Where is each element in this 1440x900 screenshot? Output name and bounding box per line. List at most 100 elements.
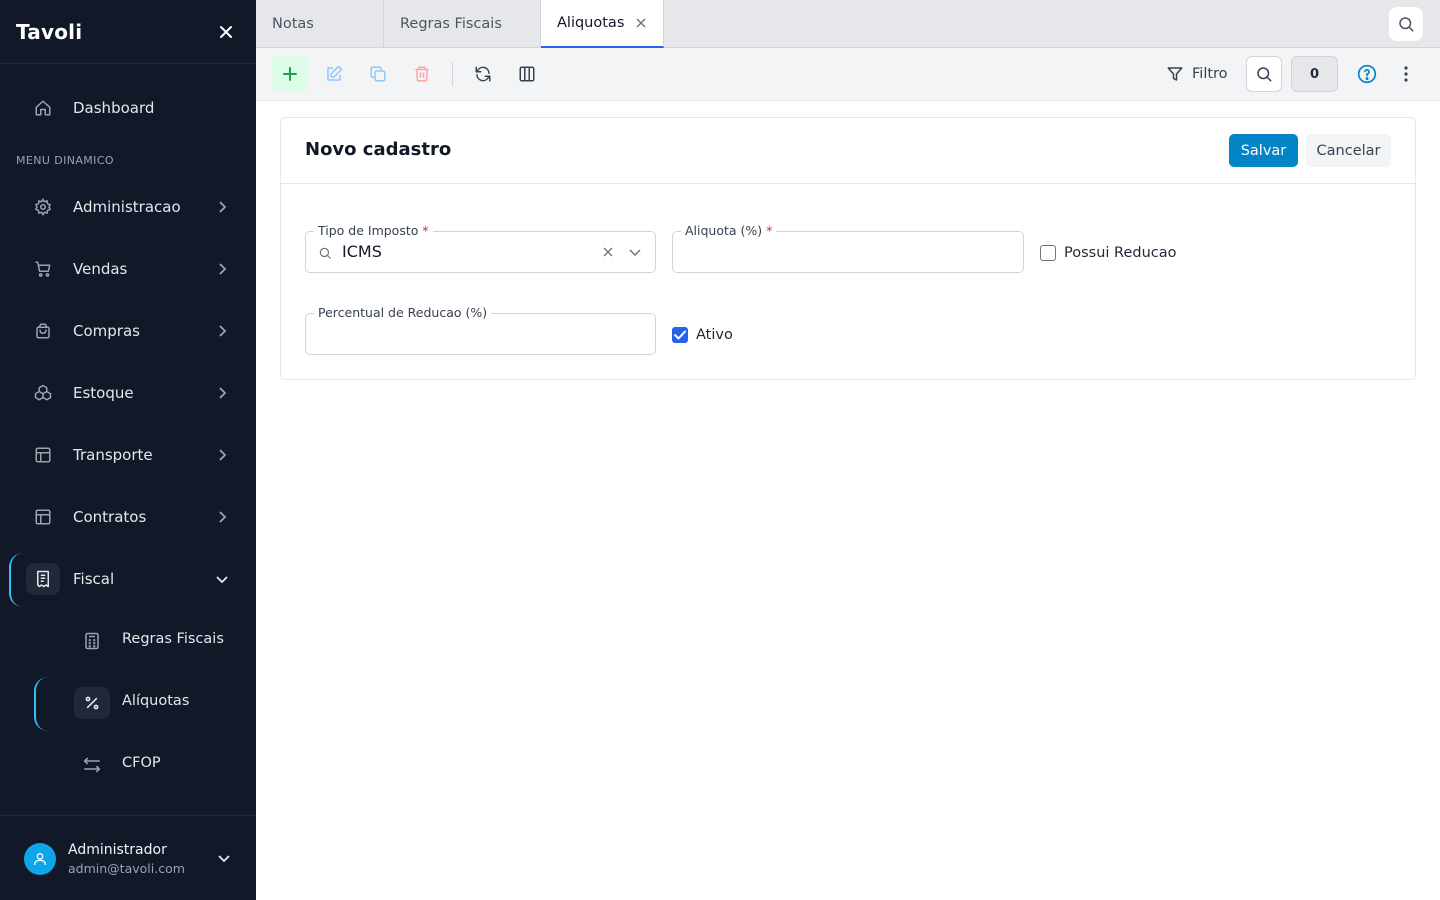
- filter-icon: [1167, 67, 1183, 81]
- toolbar-divider: [452, 62, 453, 86]
- close-sidebar-button[interactable]: [212, 18, 240, 46]
- tab-label: Aliquotas: [557, 15, 625, 31]
- swap-arrows-icon: [74, 749, 110, 781]
- sidebar-item-administracao[interactable]: Administracao: [0, 183, 256, 231]
- checkbox-box: [1040, 245, 1056, 261]
- chevron-right-icon: [214, 261, 230, 277]
- dropdown-toggle[interactable]: [629, 247, 643, 259]
- sidebar-item-vendas[interactable]: Vendas: [0, 245, 256, 293]
- sidebar-subitem-label: CFOP: [122, 755, 161, 771]
- sidebar-item-contratos[interactable]: Contratos: [0, 493, 256, 541]
- help-button[interactable]: [1349, 56, 1385, 92]
- tab-label: Notas: [272, 16, 314, 32]
- trash-icon: [415, 66, 429, 82]
- tab-aliquotas[interactable]: Aliquotas: [541, 0, 664, 48]
- search-icon: [1399, 17, 1414, 32]
- checkbox-label: Ativo: [696, 327, 733, 343]
- clear-selection-button[interactable]: [603, 247, 615, 259]
- sidebar-subitem-aliquotas[interactable]: Alíquotas: [0, 679, 256, 727]
- tipo-imposto-value: ICMS: [342, 242, 382, 261]
- form-card: Novo cadastro Salvar Cancelar Tipo de Im…: [280, 117, 1416, 380]
- add-button[interactable]: [272, 56, 308, 92]
- tab-regras-fiscais[interactable]: Regras Fiscais: [384, 0, 541, 48]
- chevron-down-icon: [629, 249, 641, 257]
- record-count-badge: 0: [1291, 56, 1338, 92]
- columns-icon: [519, 66, 535, 82]
- sidebar-item-label: Contratos: [73, 508, 147, 526]
- more-options-button[interactable]: [1392, 56, 1420, 92]
- toolbar: Filtro 0: [256, 48, 1440, 101]
- chevron-right-icon: [214, 385, 230, 401]
- chevron-down-icon: [214, 571, 230, 587]
- layout-icon: [26, 501, 60, 533]
- more-vertical-icon: [1404, 66, 1408, 82]
- cancel-button[interactable]: Cancelar: [1306, 134, 1391, 167]
- page-title: Novo cadastro: [305, 139, 452, 160]
- search-icon: [1257, 67, 1272, 82]
- cart-icon: [26, 253, 60, 285]
- refresh-icon: [475, 66, 491, 82]
- sidebar-section-title: MENU DINAMICO: [16, 154, 114, 167]
- sidebar-subitem-label: Alíquotas: [122, 693, 190, 709]
- percentual-reducao-input[interactable]: [306, 314, 655, 354]
- user-menu-toggle[interactable]: [216, 850, 232, 866]
- sidebar-item-compras[interactable]: Compras: [0, 307, 256, 355]
- duplicate-button[interactable]: [360, 56, 396, 92]
- sidebar-item-transporte[interactable]: Transporte: [0, 431, 256, 479]
- plus-icon: [283, 67, 297, 81]
- aliquota-input[interactable]: [673, 232, 1023, 272]
- close-icon: [220, 25, 232, 38]
- gear-icon: [26, 191, 60, 223]
- boxes-icon: [26, 377, 60, 409]
- filter-button[interactable]: Filtro: [1166, 56, 1228, 92]
- columns-button[interactable]: [509, 56, 545, 92]
- chevron-right-icon: [214, 509, 230, 525]
- filter-label: Filtro: [1192, 66, 1228, 82]
- chevron-right-icon: [214, 323, 230, 339]
- sidebar-item-label: Fiscal: [73, 570, 115, 588]
- field-label: Tipo de Imposto *: [314, 223, 433, 238]
- close-icon: [603, 247, 613, 257]
- sidebar-item-label: Compras: [73, 322, 140, 340]
- tab-label: Regras Fiscais: [400, 16, 502, 32]
- close-tab-button[interactable]: [634, 16, 648, 30]
- search-button[interactable]: [1246, 56, 1282, 92]
- shopping-bag-icon: [26, 315, 60, 347]
- home-icon: [26, 92, 60, 124]
- sidebar-item-label: Dashboard: [73, 99, 155, 117]
- checkbox-label: Possui Reducao: [1064, 245, 1177, 261]
- global-search-button[interactable]: [1389, 7, 1423, 41]
- sidebar-subitem-regras-fiscais[interactable]: Regras Fiscais: [0, 617, 256, 665]
- form-header: Novo cadastro Salvar Cancelar: [281, 118, 1415, 184]
- avatar: [24, 843, 56, 875]
- save-button[interactable]: Salvar: [1229, 134, 1298, 167]
- edit-button[interactable]: [316, 56, 352, 92]
- app-logo-text: Tavoli: [16, 19, 83, 44]
- close-icon: [636, 18, 646, 28]
- checkmark-icon: [674, 330, 686, 340]
- refresh-button[interactable]: [465, 56, 501, 92]
- chevron-right-icon: [214, 447, 230, 463]
- sidebar-subitem-label: Regras Fiscais: [122, 631, 224, 647]
- aliquota-field: Aliquota (%) *: [672, 223, 1024, 273]
- sidebar-item-label: Vendas: [73, 260, 128, 278]
- sidebar-item-fiscal[interactable]: Fiscal: [0, 555, 256, 603]
- receipt-icon: [26, 563, 60, 595]
- help-icon: [1357, 64, 1377, 84]
- possui-reducao-checkbox[interactable]: Possui Reducao: [1040, 245, 1177, 261]
- delete-button[interactable]: [404, 56, 440, 92]
- sidebar-item-dashboard[interactable]: Dashboard: [0, 84, 256, 132]
- user-email: admin@tavoli.com: [68, 861, 185, 876]
- sidebar: Tavoli Dashboard MENU DINAMICO Administr…: [0, 0, 256, 900]
- search-icon: [319, 247, 331, 259]
- percent-icon: [74, 687, 110, 719]
- sidebar-item-label: Administracao: [73, 198, 181, 216]
- tab-notas[interactable]: Notas: [256, 0, 384, 48]
- ativo-checkbox[interactable]: Ativo: [672, 327, 733, 343]
- sidebar-item-estoque[interactable]: Estoque: [0, 369, 256, 417]
- tab-bar: Notas Regras Fiscais Aliquotas: [256, 0, 1440, 48]
- user-profile: Administrador admin@tavoli.com: [0, 815, 256, 900]
- sidebar-subitem-cfop[interactable]: CFOP: [0, 741, 256, 789]
- tipo-imposto-select[interactable]: Tipo de Imposto * ICMS: [305, 223, 656, 273]
- percentual-reducao-field: Percentual de Reducao (%): [305, 305, 656, 355]
